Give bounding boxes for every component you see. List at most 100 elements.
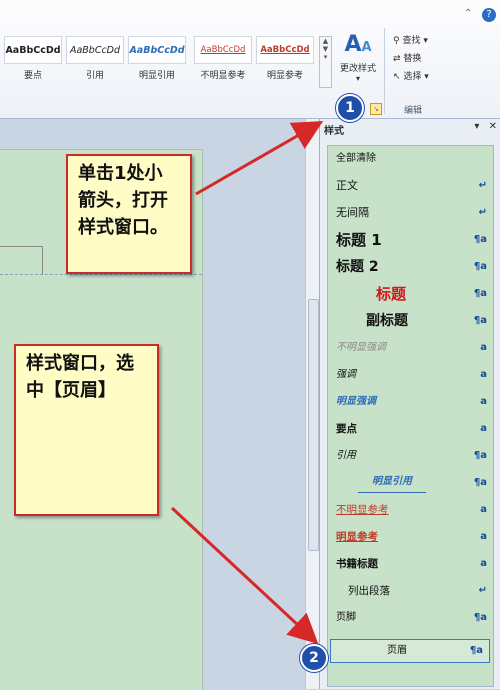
pane-menu-icon[interactable]: ▾ [474,121,479,132]
style-item-intense-quote[interactable]: 明显引用 ¶a [328,470,493,496]
gallery-sample: AaBbCcDd [256,36,314,64]
gallery-style-quote[interactable]: AaBbCcDd 引用 [66,36,124,81]
style-item-quote[interactable]: 引用 ¶a [328,443,493,469]
cursor-icon: ↖ [393,72,404,82]
pane-title: 样式 [324,126,344,137]
select-button[interactable]: ↖ 选择 ▾ [393,68,429,86]
style-item-clear-all[interactable]: 全部清除 [328,146,493,172]
gallery-style-subtle-reference[interactable]: AaBbCcDd 不明显参考 [194,36,252,81]
linked-style-icon: ¶a [473,261,487,272]
callout-step-2: 样式窗口，选中【页眉】 [14,344,159,516]
gallery-sample: AaBbCcDd [4,36,62,64]
style-list: 全部清除 正文 ↵ 无间隔 ↵ 标题 1 ¶a 标题 2 ¶a 标题 ¶a 副标… [327,145,494,687]
style-item-label: 不明显参考 [336,504,389,516]
character-style-icon: a [480,423,487,434]
linked-style-icon: ¶a [473,234,487,245]
gallery-sample: AaBbCcDd [194,36,252,64]
gallery-sample: AaBbCcDd [128,36,186,64]
gallery-style-intense-quote[interactable]: AaBbCcDd 明显引用 [128,36,186,81]
style-item-title[interactable]: 标题 ¶a [328,281,493,307]
style-item-label: 不明显强调 [336,342,386,353]
paragraph-mark-icon: ↵ [478,207,487,218]
style-item-label: 明显引用 [358,472,426,493]
style-item-intense-reference[interactable]: 明显参考 a [328,524,493,550]
change-style-label: 更改样式 [339,64,376,74]
style-item-label: 正文 [336,179,358,192]
style-item-label: 标题 1 [336,231,382,249]
replace-icon: ⇄ [393,54,404,64]
edit-group-label: 编辑 [404,106,423,116]
replace-button[interactable]: ⇄ 替换 [393,50,429,68]
change-style-button[interactable]: AA 更改样式 ▾ [334,32,382,83]
divider [384,28,385,114]
style-item-book-title[interactable]: 书籍标题 a [328,551,493,577]
badge-step-1: 1 [336,94,364,122]
styles-pane: 样式 ▾ ✕ 全部清除 正文 ↵ 无间隔 ↵ 标题 1 ¶a 标题 2 ¶a 标… [319,119,500,689]
linked-style-icon: ¶a [473,612,487,623]
gallery-name: 引用 [85,71,104,81]
pane-controls: ▾ ✕ [474,121,497,132]
linked-style-icon: ¶a [473,288,487,299]
help-icon[interactable]: ? [482,8,496,22]
dialog-launcher-icon[interactable]: ↘ [370,103,382,115]
callout-text: 单击1处小箭头，打开样式窗口。 [78,163,168,238]
style-item-label: 全部清除 [336,153,376,164]
style-item-label: 页眉 [387,645,407,656]
gallery-name: 明显参考 [266,71,303,81]
badge-step-2: 2 [300,644,328,672]
find-button[interactable]: ⚲ 查找 ▾ [393,32,429,50]
find-label: 查找 [402,36,421,46]
style-item-strong[interactable]: 要点 a [328,416,493,442]
character-style-icon: a [480,369,487,380]
header-boundary [0,274,202,275]
style-item-label: 要点 [336,423,357,435]
character-style-icon: a [480,558,487,569]
style-item-heading-2[interactable]: 标题 2 ¶a [328,254,493,280]
gallery-name: 明显引用 [138,71,175,81]
style-item-subtle-reference[interactable]: 不明显参考 a [328,497,493,523]
gallery-name: 要点 [23,71,42,81]
style-item-subtle-emphasis[interactable]: 不明显强调 a [328,335,493,361]
callout-step-1: 单击1处小箭头，打开样式窗口。 [66,154,192,274]
linked-style-icon: ¶a [473,450,487,461]
style-item-footer[interactable]: 页脚 ¶a [328,605,493,631]
gallery-scroll[interactable]: ▲ ▼ ▾ [319,36,332,88]
style-item-label: 明显强调 [336,396,376,407]
replace-label: 替换 [403,54,422,64]
edit-group: ⚲ 查找 ▾ ⇄ 替换 ↖ 选择 ▾ [393,32,429,86]
linked-style-icon: ¶a [473,315,487,326]
style-item-intense-emphasis[interactable]: 明显强调 a [328,389,493,415]
style-item-label: 标题 [376,285,407,303]
style-item-label: 引用 [336,450,356,461]
style-item-no-spacing[interactable]: 无间隔 ↵ [328,200,493,226]
character-style-icon: a [480,342,487,353]
paragraph-mark-icon: ↵ [478,585,487,596]
style-item-label: 强调 [336,369,356,380]
callout-text: 样式窗口，选中【页眉】 [26,353,134,401]
header-corner [0,246,43,275]
style-item-label: 页脚 [336,612,356,623]
change-style-icon: AA [344,32,372,57]
style-item-label: 明显参考 [336,531,378,543]
gallery-sample: AaBbCcDd [66,36,124,64]
style-item-emphasis[interactable]: 强调 a [328,362,493,388]
style-item-header[interactable]: 页眉 ¶a [330,639,490,663]
gallery-name: 不明显参考 [200,71,246,81]
style-item-heading-1[interactable]: 标题 1 ¶a [328,227,493,253]
ribbon: AaBbCcDd 要点 AaBbCcDd 引用 AaBbCcDd 明显引用 Aa… [0,0,500,119]
style-item-label: 列出段落 [348,585,390,597]
vertical-scrollbar[interactable] [305,119,320,689]
collapse-ribbon-icon[interactable]: ⌃ [464,8,472,19]
style-item-label: 副标题 [366,313,408,329]
gallery-style-intense-emphasis[interactable]: AaBbCcDd 要点 [4,36,62,81]
close-icon[interactable]: ✕ [489,121,497,132]
style-item-list-paragraph[interactable]: 列出段落 ↵ [328,578,493,604]
select-label: 选择 [403,72,422,82]
style-item-label: 书籍标题 [336,558,378,570]
scroll-thumb[interactable] [308,299,319,551]
style-item-subtitle[interactable]: 副标题 ¶a [328,308,493,334]
gallery-style-intense-reference[interactable]: AaBbCcDd 明显参考 [256,36,314,81]
character-style-icon: a [480,531,487,542]
style-item-normal[interactable]: 正文 ↵ [328,173,493,199]
character-style-icon: a [480,504,487,515]
